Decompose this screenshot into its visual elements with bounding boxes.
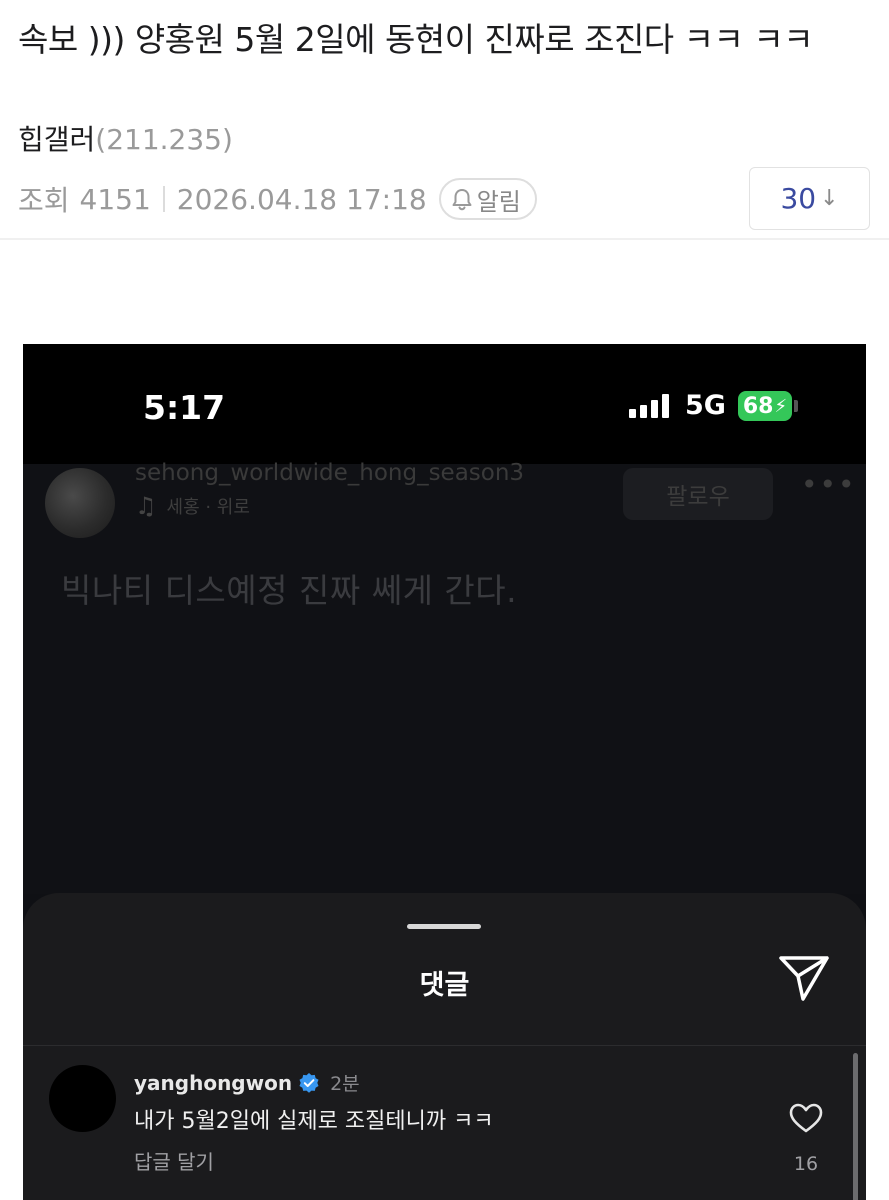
header-divider [0, 238, 889, 240]
bell-icon [452, 189, 472, 211]
comment-username[interactable]: yanghongwon [134, 1071, 292, 1095]
views-label: 조회 [18, 184, 70, 217]
comments-sheet: 댓글 yanghongwon 2분 내가 5월2일에 실제로 조질테니까 ㅋㅋ … [23, 893, 866, 1200]
battery-cap [794, 400, 798, 412]
comment-header: yanghongwon 2분 [134, 1069, 360, 1096]
comment-count: 30 [780, 182, 817, 215]
profile-username[interactable]: sehong_worldwide_hong_season3 [135, 460, 524, 486]
post-title: 속보 ))) 양홍원 5월 2일에 동현이 진짜로 조진다 ㅋㅋ ㅋㅋ [18, 20, 814, 59]
scrollbar[interactable] [853, 1053, 858, 1200]
comment-avatar[interactable] [49, 1065, 116, 1132]
profile-avatar[interactable] [45, 468, 115, 538]
heart-icon[interactable] [788, 1102, 824, 1134]
charging-icon: ⚡ [774, 395, 788, 417]
comment-time: 2분 [330, 1073, 360, 1095]
comment-count-button[interactable]: 30 ↓ [749, 167, 870, 230]
dimmed-post-area [23, 464, 866, 894]
embedded-screenshot: 5:17 5G 68 ⚡ sehong_worldwide_hong_season… [23, 344, 866, 1200]
alarm-label: 알림 [476, 187, 521, 216]
views-count: 4151 [79, 182, 151, 216]
sheet-title: 댓글 [419, 970, 470, 1001]
reply-button[interactable]: 답글 달기 [134, 1146, 214, 1175]
more-options-icon[interactable]: ••• [801, 468, 857, 501]
author-info[interactable]: 힙갤러(211.235) [18, 118, 233, 158]
alarm-button[interactable]: 알림 [438, 178, 537, 220]
follow-button[interactable]: 팔로우 [623, 468, 773, 520]
music-info[interactable]: ♫ 세홍 · 위로 [135, 492, 250, 520]
phone-status-bar: 5:17 5G 68 ⚡ [23, 344, 866, 464]
signal-icon [629, 394, 669, 418]
like-count: 16 [793, 1153, 819, 1175]
music-label: 세홍 · 위로 [166, 497, 250, 518]
music-note-icon: ♫ [135, 492, 157, 520]
post-caption: 빅나티 디스예정 진짜 쎄게 간다. [61, 571, 518, 610]
battery-level: 68 [742, 393, 774, 419]
battery-icon: 68 ⚡ [738, 391, 792, 421]
verified-badge-icon [299, 1072, 319, 1093]
author-name[interactable]: 힙갤러 [18, 123, 95, 156]
post-datetime: 2026.04.18 17:18 [176, 182, 427, 216]
send-icon[interactable] [777, 953, 831, 1003]
comment-text: 내가 5월2일에 실제로 조질테니까 ㅋㅋ [134, 1109, 494, 1134]
status-time: 5:17 [143, 388, 226, 427]
sheet-divider [23, 1045, 866, 1046]
sheet-grabber[interactable] [407, 924, 481, 929]
author-ip: (211.235) [95, 123, 233, 156]
meta-divider [162, 186, 165, 212]
post-meta: 조회 4151 2026.04.18 17:18 알림 [18, 176, 537, 222]
network-label: 5G [685, 390, 726, 421]
arrow-down-icon: ↓ [820, 186, 839, 211]
